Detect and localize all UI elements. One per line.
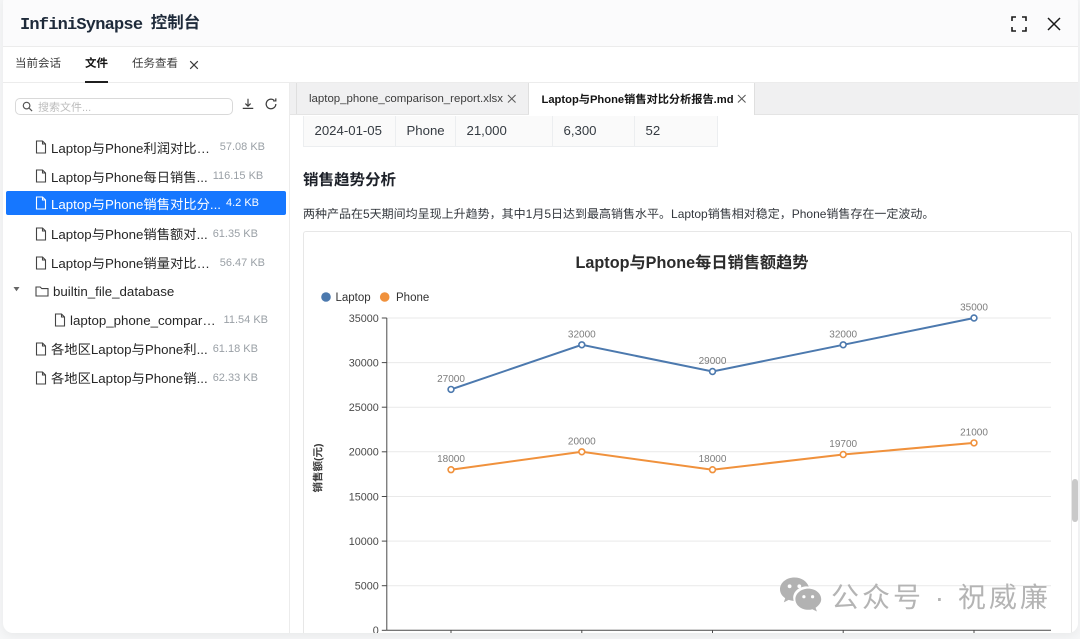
svg-text:27000: 27000 [437,374,465,385]
svg-text:10000: 10000 [349,536,379,548]
svg-text:18000: 18000 [699,454,727,465]
svg-text:32000: 32000 [829,329,857,340]
svg-text:20000: 20000 [349,447,379,459]
svg-text:21000: 21000 [960,427,988,438]
svg-text:35000: 35000 [349,313,379,325]
svg-text:Laptop与Phone每日销售额趋势: Laptop与Phone每日销售额趋势 [576,254,809,272]
svg-text:18000: 18000 [437,454,465,465]
svg-text:25000: 25000 [349,402,379,414]
svg-text:销售额(元): 销售额(元) [313,444,325,493]
svg-text:0: 0 [373,625,379,633]
svg-text:19700: 19700 [829,439,857,450]
svg-text:Laptop: Laptop [336,292,371,304]
svg-text:29000: 29000 [699,356,727,367]
svg-text:20000: 20000 [568,436,596,447]
svg-text:15000: 15000 [349,491,379,503]
svg-text:32000: 32000 [568,329,596,340]
svg-text:35000: 35000 [960,303,988,314]
svg-text:30000: 30000 [349,357,379,369]
svg-text:5000: 5000 [355,581,379,593]
svg-text:Phone: Phone [396,292,429,304]
